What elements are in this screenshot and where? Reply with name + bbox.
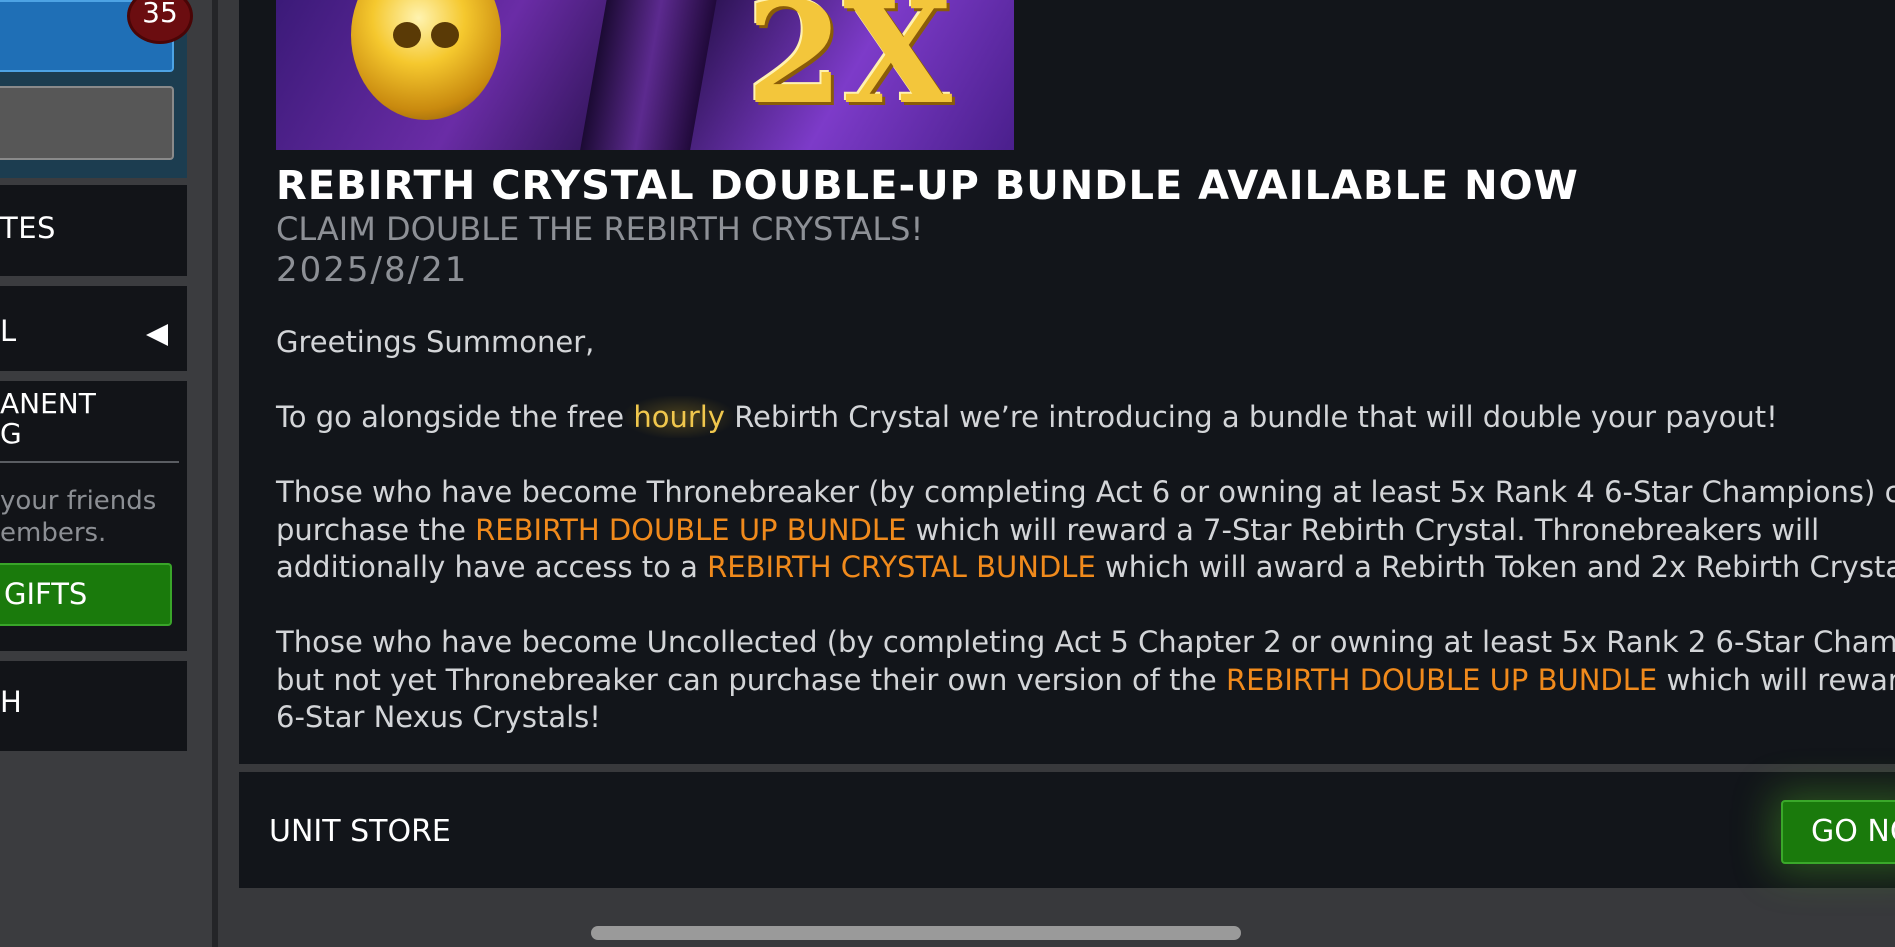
rebirth-crystal-icon bbox=[578, 0, 724, 150]
horizontal-scrollbar[interactable] bbox=[591, 926, 1241, 940]
paragraph-3: Those who have become Uncollected (by co… bbox=[276, 624, 1895, 737]
paragraph-1: To go alongside the free hourly Rebirth … bbox=[276, 396, 1778, 438]
paragraph-text: which will award a Rebirth Token and 2x … bbox=[1095, 550, 1895, 584]
article-subtitle: CLAIM DOUBLE THE REBIRTH CRYSTALS! bbox=[276, 210, 924, 248]
article-date: 2025/8/21 bbox=[276, 250, 469, 290]
paragraph-line: but not yet Thronebreaker can purchase t… bbox=[276, 662, 1895, 700]
sidebar-separator bbox=[212, 0, 218, 947]
bundle-link[interactable]: REBIRTH DOUBLE UP BUNDLE bbox=[1226, 663, 1657, 697]
sidebar-item-last[interactable]: H bbox=[0, 661, 187, 751]
panel-title: ANENT G bbox=[0, 387, 96, 450]
bundle-link[interactable]: REBIRTH DOUBLE UP BUNDLE bbox=[475, 513, 906, 547]
gold-skull-icon bbox=[351, 0, 501, 120]
collapse-arrow-icon[interactable] bbox=[146, 324, 168, 346]
sidebar-item-label: H bbox=[0, 685, 23, 719]
paragraph-text: additionally have access to a bbox=[276, 550, 708, 584]
gifts-button[interactable]: GIFTS bbox=[0, 563, 172, 626]
unit-store-bar: UNIT STORE GO NOW bbox=[239, 772, 1895, 888]
paragraph-line: additionally have access to a REBIRTH CR… bbox=[276, 549, 1895, 587]
news-article: 2X REBIRTH CRYSTAL DOUBLE-UP BUNDLE AVAI… bbox=[239, 0, 1895, 764]
sidebar-item-collapsible[interactable]: L bbox=[0, 286, 187, 371]
article-banner-image: 2X bbox=[276, 0, 1014, 150]
highlighted-word: hourly bbox=[625, 396, 733, 438]
sidebar: 35 TES L ANENT G your friends embers. GI… bbox=[0, 0, 212, 947]
sidebar-top-panel: 35 bbox=[0, 0, 193, 178]
go-now-button[interactable]: GO NOW bbox=[1781, 800, 1895, 864]
banner-2x-text: 2X bbox=[746, 0, 953, 136]
greeting-text: Greetings Summoner, bbox=[276, 325, 595, 359]
paragraph-text: but not yet Thronebreaker can purchase t… bbox=[276, 662, 1226, 697]
paragraph-line: purchase the REBIRTH DOUBLE UP BUNDLE wh… bbox=[276, 512, 1895, 550]
paragraph-2: Those who have become Thronebreaker (by … bbox=[276, 474, 1895, 587]
paragraph-line: Those who have become Uncollected (by co… bbox=[276, 625, 1895, 659]
bundle-link[interactable]: REBIRTH CRYSTAL BUNDLE bbox=[707, 550, 1096, 584]
sidebar-secondary-button[interactable] bbox=[0, 86, 174, 160]
paragraph-text: To go alongside the free bbox=[276, 400, 634, 434]
unit-store-label: UNIT STORE bbox=[269, 814, 451, 849]
paragraph-text: Rebirth Crystal we’re introducing a bund… bbox=[724, 400, 1778, 434]
sidebar-item-label: L bbox=[0, 314, 17, 348]
paragraph-line: Those who have become Thronebreaker (by … bbox=[276, 475, 1895, 509]
skull-eye bbox=[393, 22, 421, 48]
divider bbox=[0, 461, 179, 463]
sidebar-item-updates[interactable]: TES bbox=[0, 185, 187, 276]
sidebar-permanent-gifting-panel: ANENT G your friends embers. GIFTS bbox=[0, 381, 187, 651]
paragraph-text: which will reward bbox=[1657, 662, 1895, 697]
article-title: REBIRTH CRYSTAL DOUBLE-UP BUNDLE AVAILAB… bbox=[276, 163, 1579, 209]
paragraph-text: which will reward a 7-Star Rebirth Cryst… bbox=[906, 512, 1820, 547]
friends-description: your friends embers. bbox=[0, 486, 157, 548]
sidebar-item-label: TES bbox=[0, 211, 56, 245]
skull-eye bbox=[431, 22, 459, 48]
paragraph-text: purchase the bbox=[276, 512, 476, 547]
paragraph-line: 6-Star Nexus Crystals! bbox=[276, 700, 601, 734]
